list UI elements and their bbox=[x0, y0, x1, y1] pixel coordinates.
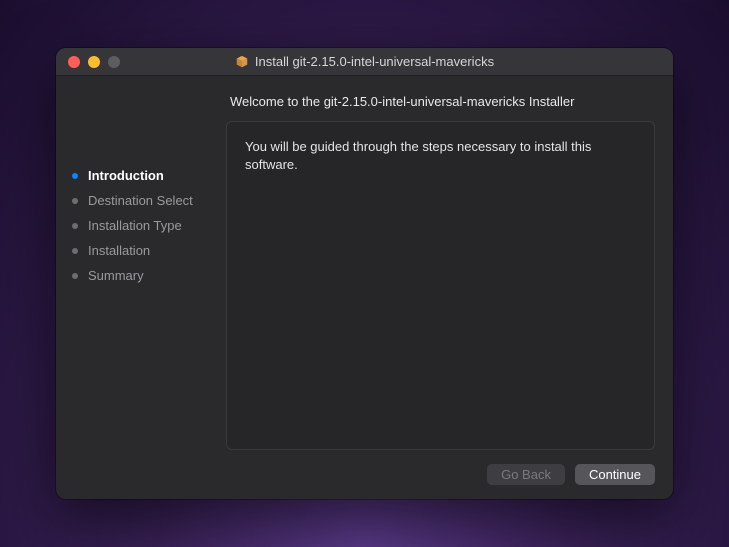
step-label: Installation bbox=[88, 243, 150, 258]
step-label: Summary bbox=[88, 268, 144, 283]
step-destination-select: Destination Select bbox=[72, 193, 226, 208]
sidebar: Introduction Destination Select Installa… bbox=[56, 76, 226, 499]
step-summary: Summary bbox=[72, 268, 226, 283]
step-label: Destination Select bbox=[88, 193, 193, 208]
step-bullet-icon bbox=[72, 223, 78, 229]
page-heading: Welcome to the git-2.15.0-intel-universa… bbox=[230, 94, 655, 109]
package-icon bbox=[235, 55, 249, 69]
step-installation-type: Installation Type bbox=[72, 218, 226, 233]
step-introduction: Introduction bbox=[72, 168, 226, 183]
main-content: Welcome to the git-2.15.0-intel-universa… bbox=[226, 76, 673, 499]
maximize-button[interactable] bbox=[108, 56, 120, 68]
step-label: Introduction bbox=[88, 168, 164, 183]
step-installation: Installation bbox=[72, 243, 226, 258]
step-bullet-icon bbox=[72, 198, 78, 204]
footer: Go Back Continue bbox=[226, 450, 655, 485]
window-title: Install git-2.15.0-intel-universal-maver… bbox=[255, 54, 494, 69]
close-button[interactable] bbox=[68, 56, 80, 68]
minimize-button[interactable] bbox=[88, 56, 100, 68]
traffic-lights bbox=[56, 56, 120, 68]
step-bullet-icon bbox=[72, 273, 78, 279]
step-label: Installation Type bbox=[88, 218, 182, 233]
titlebar: Install git-2.15.0-intel-universal-maver… bbox=[56, 48, 673, 76]
go-back-button: Go Back bbox=[487, 464, 565, 485]
content-panel: You will be guided through the steps nec… bbox=[226, 121, 655, 450]
step-bullet-icon bbox=[72, 248, 78, 254]
continue-button[interactable]: Continue bbox=[575, 464, 655, 485]
step-bullet-icon bbox=[72, 173, 78, 179]
installer-window: Install git-2.15.0-intel-universal-maver… bbox=[56, 48, 673, 499]
window-body: Introduction Destination Select Installa… bbox=[56, 76, 673, 499]
welcome-text: You will be guided through the steps nec… bbox=[245, 138, 636, 174]
